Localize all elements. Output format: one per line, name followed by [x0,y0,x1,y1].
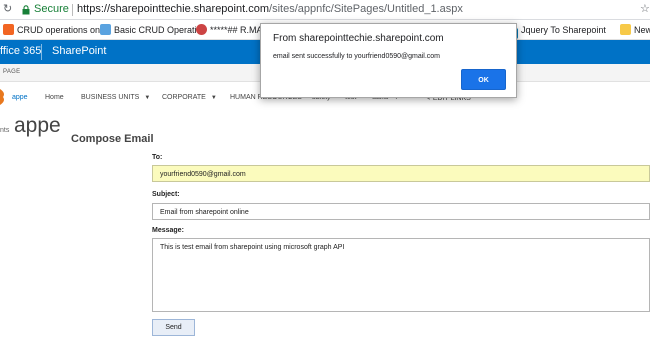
bookmark-label: Jquery To Sharepoint [521,25,606,35]
caret-down-icon: ▼ [144,95,151,101]
page-title: Compose Email [71,133,154,145]
message-label: Message: [152,227,184,234]
url-path: /sites/appnfc/SitePages/Untitled_1.aspx [269,3,463,15]
ribbon-tab-page[interactable]: PAGE [3,69,20,75]
nav-label: CORPORATE [162,94,206,101]
nav-item-corporate[interactable]: CORPORATE ▼ [162,94,217,101]
site-title[interactable]: appe [14,114,61,138]
ok-button[interactable]: OK [461,69,506,90]
suite-divider [41,44,42,60]
subject-label: Subject: [152,191,180,198]
message-field[interactable]: This is test email from sharepoint using… [152,238,650,312]
caret-down-icon: ▼ [210,95,217,101]
bookmark-item[interactable]: Basic CRUD Operatio [100,23,202,37]
bookmark-label: New [634,25,650,35]
breadcrumb-prefix: nts [0,127,10,134]
to-label: To: [152,154,163,161]
nav-item-business-units[interactable]: BUSINESS UNITS ▼ [81,94,150,101]
address-bar: ↻ Secure https://sharepointtechie.sharep… [0,0,650,20]
bookmark-label: Basic CRUD Operatio [114,25,202,35]
alert-dialog: From sharepointtechie.sharepoint.com ema… [260,23,517,98]
refresh-icon[interactable]: ↻ [3,3,16,16]
nav-item-appe[interactable]: appe [12,94,28,101]
url-field[interactable]: https://sharepointtechie.sharepoint.com/… [77,3,463,15]
dialog-title: From sharepointtechie.sharepoint.com [273,33,444,44]
secure-label: Secure [34,3,69,15]
page-icon [100,24,111,35]
nav-item-home[interactable]: Home [45,94,64,101]
sharepoint-link[interactable]: SharePoint [52,45,106,57]
lock-icon [22,5,30,15]
bookmark-label: CRUD operations on [17,25,101,35]
dialog-message: email sent successfully to yourfriend059… [273,53,441,60]
address-separator [72,4,73,16]
bookmark-item[interactable]: New [620,23,650,37]
bookmark-item[interactable]: inJquery To Sharepoint [507,23,606,39]
bookmark-item[interactable]: CRUD operations on [3,23,100,37]
url-host: https://sharepointtechie.sharepoint.com [77,3,270,15]
nav-label: BUSINESS UNITS [81,94,140,101]
subject-field[interactable]: Email from sharepoint online [152,203,650,220]
bookmark-star-icon[interactable]: ☆ [640,2,650,15]
send-button[interactable]: Send [152,319,195,336]
folder-icon [620,24,631,35]
to-field[interactable]: yourfriend0590@gmail.com [152,165,650,182]
avatar-icon [196,24,207,35]
blogger-icon [3,24,14,35]
office-365-link[interactable]: ffice 365 [0,45,41,57]
